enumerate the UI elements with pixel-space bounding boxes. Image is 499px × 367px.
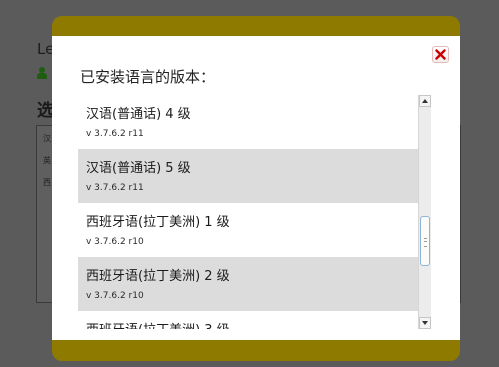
background-list-item: 英	[43, 156, 51, 165]
item-version: v 3.7.6.2 r10	[86, 237, 144, 247]
arrow-down-icon	[422, 321, 428, 325]
user-icon	[37, 67, 47, 79]
version-list[interactable]: 汉语(普通话) 4 级 v 3.7.6.2 r11 汉语(普通话) 5 级 v …	[78, 95, 418, 329]
list-scrollbar[interactable]	[418, 95, 431, 329]
list-item-version[interactable]: 西班牙语(拉丁美洲) 2 级 v 3.7.6.2 r10	[78, 257, 418, 311]
scroll-down-button[interactable]	[419, 317, 431, 329]
item-name: 汉语(普通话) 4 级	[86, 107, 191, 122]
list-item-version[interactable]: 西班牙语(拉丁美洲) 3 级	[78, 311, 418, 329]
close-button[interactable]	[432, 46, 449, 63]
grip-icon	[424, 238, 427, 247]
scroll-thumb[interactable]	[420, 216, 430, 266]
item-name: 西班牙语(拉丁美洲) 2 级	[86, 269, 230, 284]
list-item-version[interactable]: 汉语(普通话) 5 级 v 3.7.6.2 r11	[78, 149, 418, 203]
item-name: 汉语(普通话) 5 级	[86, 161, 191, 176]
item-version: v 3.7.6.2 r11	[86, 129, 144, 139]
arrow-up-icon	[422, 99, 428, 103]
background-list-item: 西	[43, 178, 51, 187]
close-icon	[435, 49, 446, 60]
list-item-version[interactable]: 西班牙语(拉丁美洲) 1 级 v 3.7.6.2 r10	[78, 203, 418, 257]
dialog-title: 已安装语言的版本：	[80, 68, 216, 86]
item-name: 西班牙语(拉丁美洲) 3 级	[86, 319, 230, 329]
item-name: 西班牙语(拉丁美洲) 1 级	[86, 215, 230, 230]
scroll-up-button[interactable]	[419, 95, 431, 107]
item-version: v 3.7.6.2 r11	[86, 183, 144, 193]
item-version: v 3.7.6.2 r10	[86, 291, 144, 301]
background-list-item: 汉	[43, 134, 51, 143]
list-item-version[interactable]: 汉语(普通话) 4 级 v 3.7.6.2 r11	[78, 95, 418, 149]
